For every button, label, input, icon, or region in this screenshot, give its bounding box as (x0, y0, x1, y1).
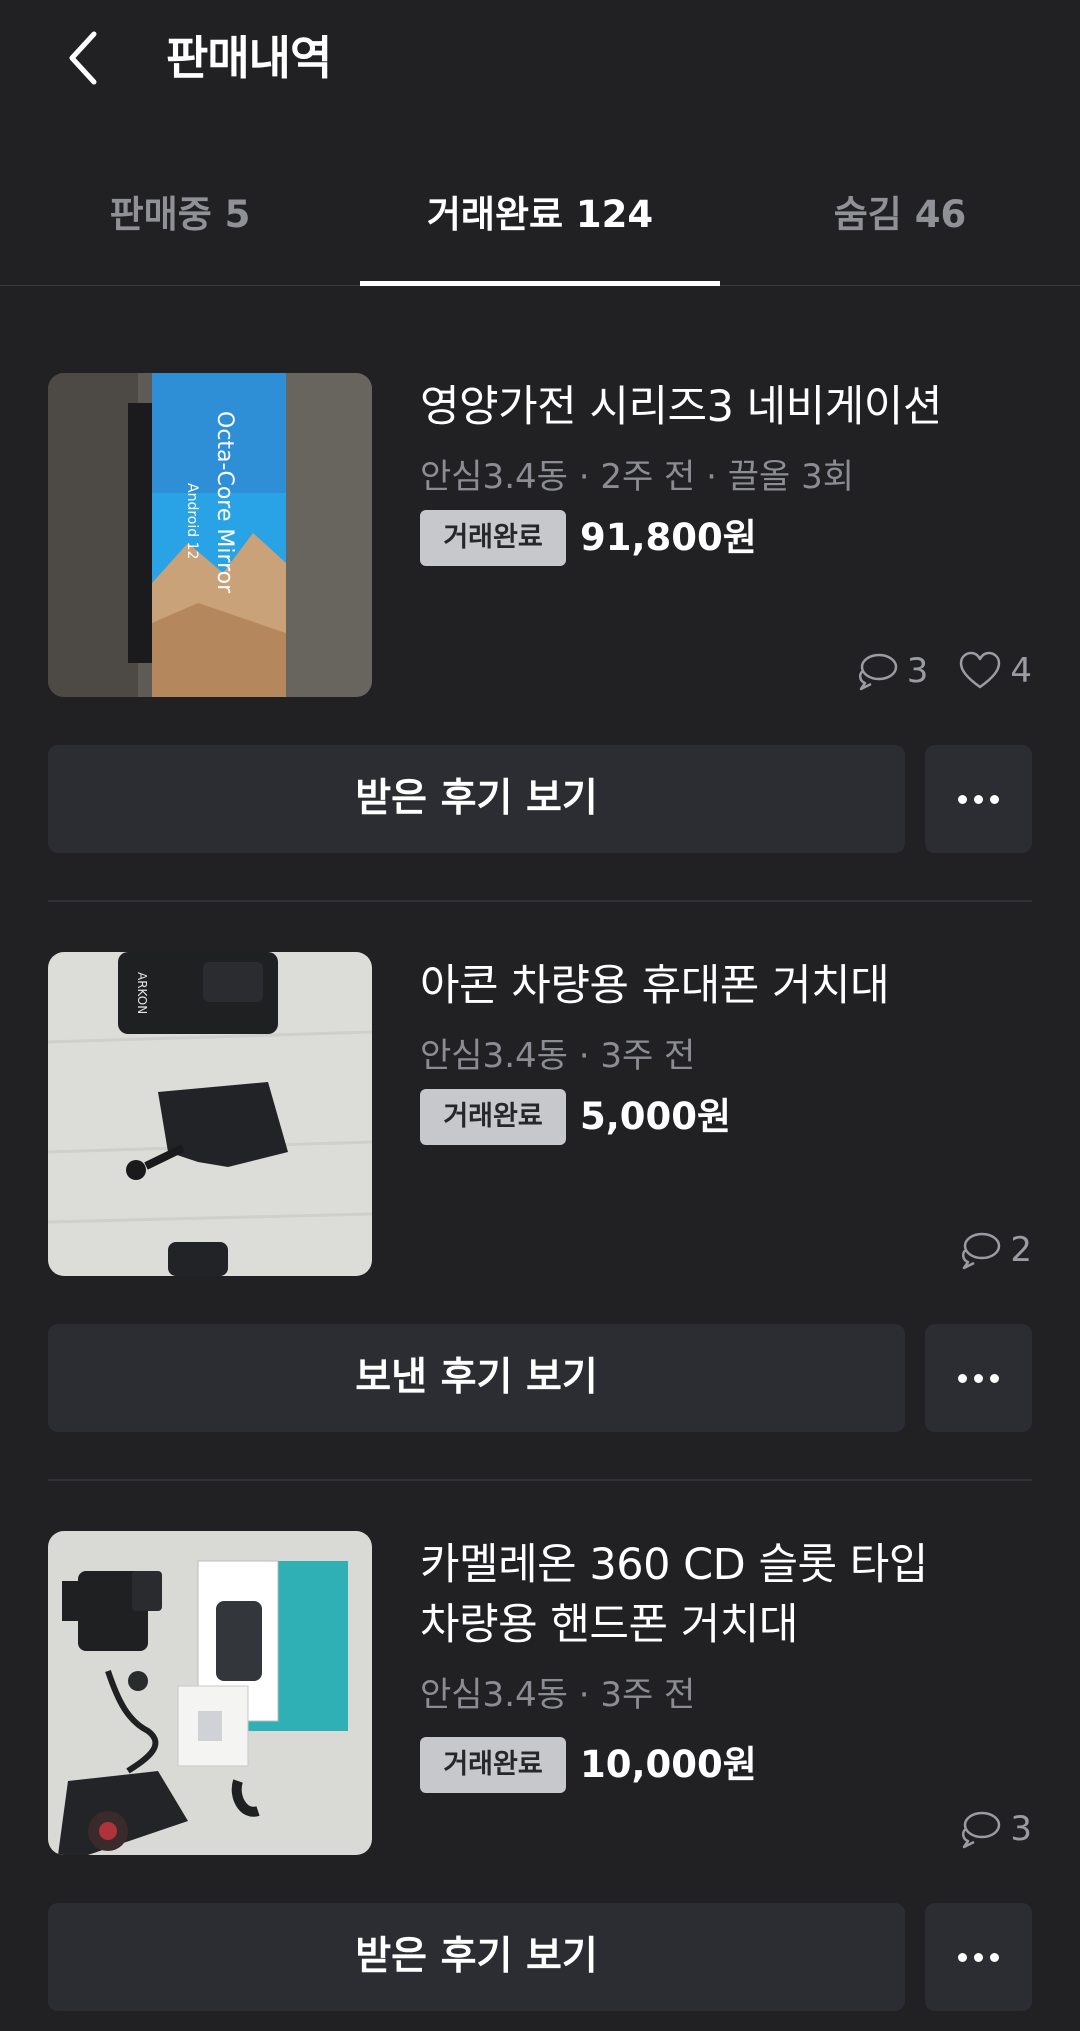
view-review-button[interactable]: 받은 후기 보기 (48, 745, 905, 853)
item-meta: 안심3.4동 · 2주 전 · 끌올 3회 (420, 457, 855, 497)
product-thumbnail[interactable]: Octa-Core Mirror Android 12 (48, 373, 372, 697)
more-dot (990, 1373, 999, 1383)
chat-bubbles-icon (858, 653, 897, 691)
more-options-button[interactable] (925, 1903, 1032, 2011)
chat-bubbles-icon (962, 1811, 1001, 1849)
status-badge: 거래완료 (420, 1089, 566, 1145)
item-price: 10,000원 (580, 1743, 757, 1786)
list-item[interactable]: 카멜레온 360 CD 슬롯 타입 차량용 핸드폰 거치대 안심3.4동 · 3… (48, 1531, 1032, 2011)
thumbnail-screen-title: Octa-Core Mirror (212, 411, 237, 594)
item-title-line: 카멜레온 360 CD 슬롯 타입 (420, 1540, 928, 1590)
more-dot (990, 794, 999, 804)
item-meta: 안심3.4동 · 3주 전 (420, 1675, 696, 1715)
chat-count: 3 (906, 651, 929, 691)
app-header: 판매내역 (0, 0, 1080, 120)
tab-completed[interactable]: 거래완료 124 (360, 170, 720, 286)
more-options-button[interactable] (925, 745, 1032, 853)
status-badge: 거래완료 (420, 510, 566, 566)
item-stats: 2 (958, 1227, 1032, 1273)
item-title[interactable]: 영양가전 시리즈3 네비게이션 (420, 377, 1020, 437)
item-title-line: 차량용 핸드폰 거치대 (420, 1600, 798, 1650)
more-dot (958, 1373, 967, 1383)
view-review-button[interactable]: 보낸 후기 보기 (48, 1324, 905, 1432)
chevron-left-icon[interactable] (62, 28, 106, 88)
item-title[interactable]: 아콘 차량용 휴대폰 거치대 (420, 956, 1020, 1016)
item-meta: 안심3.4동 · 3주 전 (420, 1036, 696, 1076)
tab-label: 판매중 5 (109, 193, 251, 236)
active-tab-indicator (360, 281, 720, 286)
thumbnail-screen-subtitle: Android 12 (184, 483, 200, 559)
tab-label: 거래완료 124 (426, 193, 654, 236)
product-thumbnail[interactable] (48, 1531, 372, 1855)
page-title: 판매내역 (166, 31, 332, 85)
tab-selling[interactable]: 판매중 5 (0, 170, 360, 285)
more-dot (974, 1373, 983, 1383)
item-price: 5,000원 (580, 1095, 732, 1138)
chat-bubbles-icon (962, 1232, 1001, 1270)
more-dot (974, 1952, 983, 1962)
view-review-button[interactable]: 받은 후기 보기 (48, 1903, 905, 2011)
status-badge: 거래완료 (420, 1737, 566, 1793)
item-title[interactable]: 카멜레온 360 CD 슬롯 타입 차량용 핸드폰 거치대 (420, 1535, 1020, 1655)
item-stats: 3 (958, 1806, 1032, 1852)
like-count: 4 (1010, 651, 1032, 691)
chat-count: 3 (1010, 1809, 1032, 1849)
list-item[interactable]: ARKON 아콘 차량용 휴대폰 거치대 안심3.4동 · 3주 전 거래완료 … (48, 952, 1032, 1432)
more-dot (958, 794, 967, 804)
more-dot (974, 794, 983, 804)
divider (48, 1479, 1032, 1481)
list-item[interactable]: Octa-Core Mirror Android 12 영양가전 시리즈3 네비… (48, 373, 1032, 853)
tab-hidden[interactable]: 숨김 46 (720, 170, 1080, 285)
tab-bar: 판매중 5 거래완료 124 숨김 46 (0, 170, 1080, 286)
chat-count: 2 (1010, 1230, 1032, 1270)
thumbnail-brand-text: ARKON (135, 972, 149, 1014)
divider (48, 900, 1032, 902)
product-thumbnail[interactable]: ARKON (48, 952, 372, 1276)
item-price: 91,800원 (580, 516, 757, 559)
more-dot (990, 1952, 999, 1962)
more-options-button[interactable] (925, 1324, 1032, 1432)
heart-icon (960, 651, 1001, 689)
tab-label: 숨김 46 (833, 193, 967, 236)
item-stats: 3 4 (855, 648, 1032, 694)
more-dot (958, 1952, 967, 1962)
